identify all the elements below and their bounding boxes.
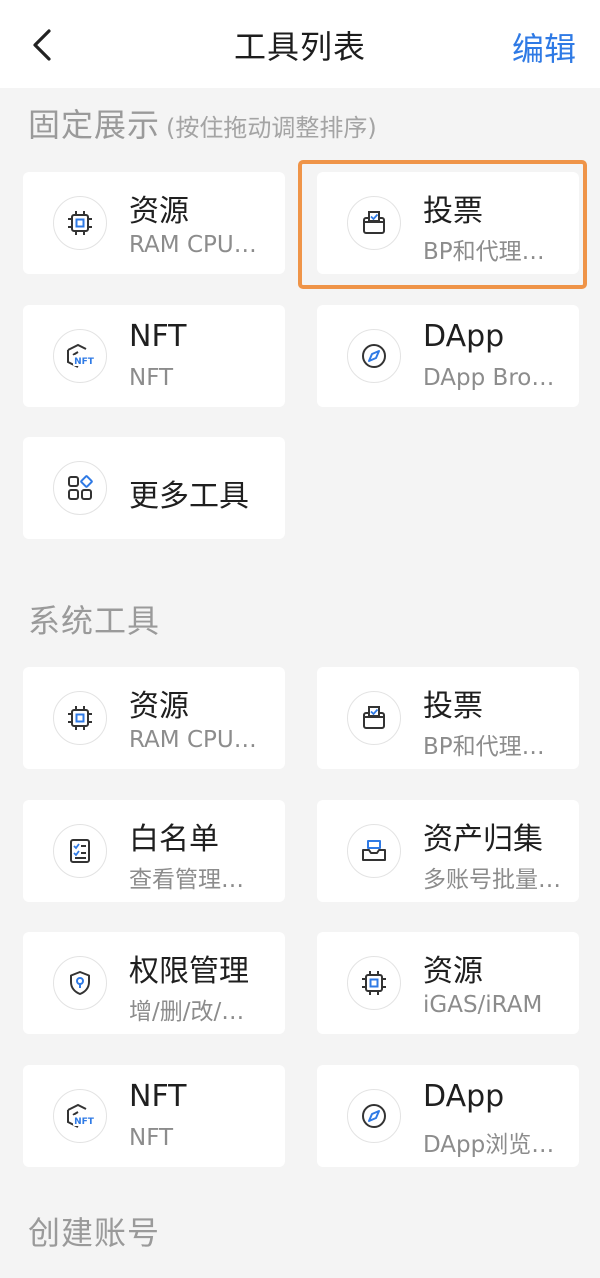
ballot-box-icon	[347, 691, 401, 745]
pinned-tool-nft[interactable]: NFT NFT NFT	[23, 305, 285, 407]
checklist-icon	[53, 824, 107, 878]
nft-icon: NFT	[53, 329, 107, 383]
system-tool-whitelist[interactable]: 白名单 查看管理…	[23, 800, 285, 902]
tool-name: DApp	[423, 1079, 505, 1114]
tool-description: RAM CPU…	[129, 232, 257, 258]
tool-description: NFT	[129, 1125, 174, 1151]
tool-description: iGAS/iRAM	[423, 992, 543, 1018]
create-account-section-title: 创建账号	[28, 1214, 161, 1252]
system-tool-igas-resource[interactable]: 资源 iGAS/iRAM	[317, 932, 579, 1034]
tool-description: BP和代理…	[423, 734, 545, 760]
tool-name: DApp	[423, 319, 505, 354]
drag-sort-hint: (按住拖动调整排序)	[166, 114, 377, 142]
tool-name: 白名单	[129, 822, 219, 857]
pinned-tool-resource[interactable]: 资源 RAM CPU…	[23, 172, 285, 274]
tool-name: 资源	[129, 194, 189, 229]
nft-icon: NFT	[53, 1089, 107, 1143]
chip-icon	[53, 691, 107, 745]
system-tool-nft[interactable]: NFT NFT NFT	[23, 1065, 285, 1167]
svg-text:NFT: NFT	[74, 357, 95, 367]
selection-highlight	[298, 160, 587, 289]
tool-description: DApp Brow…	[423, 365, 563, 391]
top-bar: 工具列表 编辑	[0, 0, 600, 88]
tool-description: 查看管理…	[129, 867, 244, 893]
system-tool-permissions[interactable]: 权限管理 增/删/改/…	[23, 932, 285, 1034]
pinned-tool-dapp[interactable]: DApp DApp Brow…	[317, 305, 579, 407]
tool-name: 投票	[423, 689, 483, 724]
tool-name: 资产归集	[423, 822, 543, 857]
tool-name: NFT	[129, 1079, 187, 1114]
chip-icon	[347, 956, 401, 1010]
chip-icon	[53, 196, 107, 250]
tool-name: 权限管理	[129, 954, 249, 989]
system-tool-asset-collection[interactable]: 资产归集 多账号批量…	[317, 800, 579, 902]
system-section-title: 系统工具	[28, 602, 161, 640]
tool-name: 更多工具	[129, 479, 249, 514]
tool-description: 多账号批量…	[423, 867, 561, 893]
tool-name: NFT	[129, 319, 187, 354]
tool-description: DApp浏览…	[423, 1132, 555, 1158]
svg-text:NFT: NFT	[74, 1117, 95, 1127]
tool-description: NFT	[129, 365, 174, 391]
compass-icon	[347, 1089, 401, 1143]
inbox-icon	[347, 824, 401, 878]
tool-name: 资源	[423, 954, 483, 989]
system-tool-vote[interactable]: 投票 BP和代理…	[317, 667, 579, 769]
pinned-tool-more[interactable]: 更多工具	[23, 437, 285, 539]
tool-description: RAM CPU…	[129, 727, 257, 753]
pinned-section-title: 固定展示 (按住拖动调整排序)	[28, 100, 377, 146]
edit-button[interactable]: 编辑	[512, 24, 576, 70]
apps-grid-icon	[53, 461, 107, 515]
page-title: 工具列表	[233, 28, 366, 66]
system-tool-resource[interactable]: 资源 RAM CPU…	[23, 667, 285, 769]
compass-icon	[347, 329, 401, 383]
tool-name: 资源	[129, 689, 189, 724]
pinned-section-label: 固定展示	[28, 106, 161, 144]
system-tool-dapp[interactable]: DApp DApp浏览…	[317, 1065, 579, 1167]
shield-key-icon	[53, 956, 107, 1010]
tool-description: 增/删/改/…	[129, 999, 245, 1025]
